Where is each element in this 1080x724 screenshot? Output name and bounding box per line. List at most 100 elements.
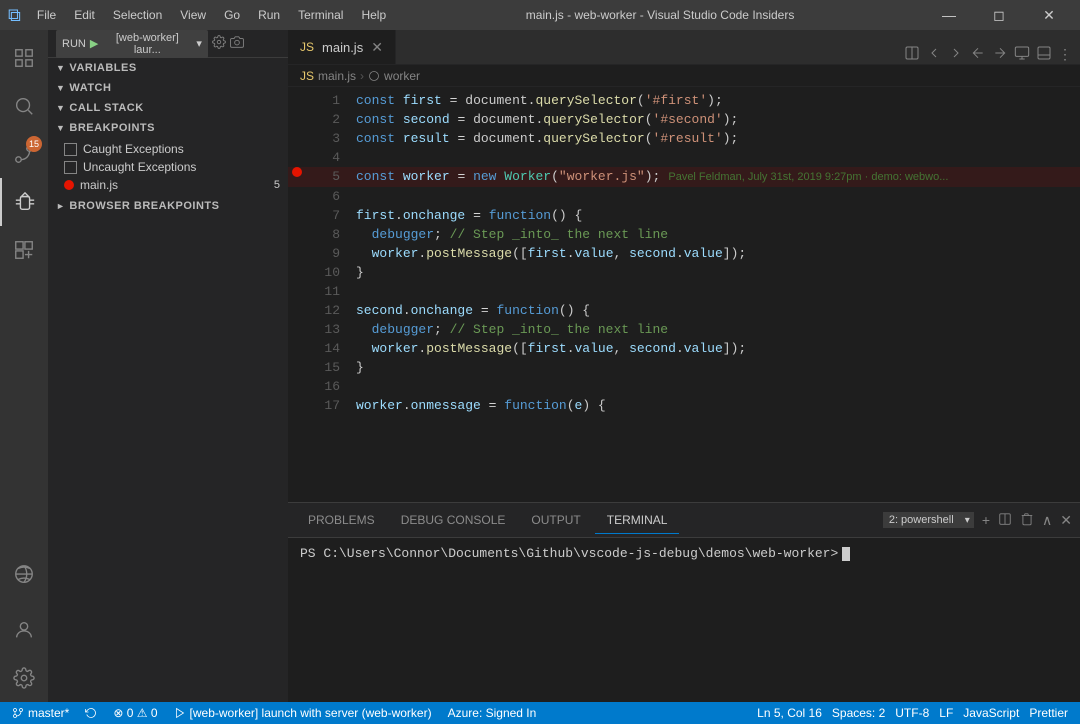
- git-branch-label: master*: [28, 706, 69, 720]
- activity-source-control-icon[interactable]: 15: [0, 130, 48, 178]
- breadcrumb-symbol[interactable]: worker: [384, 69, 420, 83]
- variables-chevron: ▼: [56, 63, 65, 73]
- warnings-label: ⊗ 0 ⚠ 0: [113, 706, 157, 720]
- menu-help[interactable]: Help: [353, 6, 394, 24]
- variables-label: VARIABLES: [69, 62, 136, 74]
- sync-icon-item[interactable]: [81, 707, 101, 719]
- terminal-prompt: PS C:\Users\Connor\Documents\Github\vsco…: [300, 546, 1068, 561]
- menu-go[interactable]: Go: [216, 6, 248, 24]
- main-js-tab[interactable]: JS main.js ✕: [288, 30, 396, 64]
- code-editor[interactable]: 1 const first = document.querySelector('…: [288, 87, 1080, 502]
- tab-close-button[interactable]: ✕: [371, 39, 383, 56]
- call-stack-label: CALL STACK: [69, 102, 143, 114]
- uncaught-exceptions-checkbox[interactable]: [64, 161, 77, 174]
- menu-view[interactable]: View: [172, 6, 214, 24]
- terminal-content[interactable]: PS C:\Users\Connor\Documents\Github\vsco…: [288, 538, 1080, 702]
- split-terminal-icon[interactable]: [998, 512, 1012, 529]
- uncaught-exceptions-item[interactable]: Uncaught Exceptions: [48, 158, 288, 176]
- formatter-item[interactable]: Prettier: [1025, 706, 1072, 720]
- encoding-item[interactable]: UTF-8: [891, 706, 933, 720]
- watch-header[interactable]: ▼ WATCH: [48, 78, 288, 98]
- warnings-item[interactable]: ⊗ 0 ⚠ 0: [109, 706, 161, 720]
- line-number-17: 17: [306, 396, 356, 415]
- variables-header[interactable]: ▼ VARIABLES: [48, 58, 288, 78]
- call-stack-header[interactable]: ▼ CALL STACK: [48, 98, 288, 118]
- debug-session-item[interactable]: [web-worker] launch with server (web-wor…: [170, 706, 436, 720]
- maximize-panel-icon[interactable]: ∧: [1042, 512, 1052, 529]
- open-editors-icon[interactable]: [1014, 45, 1030, 64]
- position-item[interactable]: Ln 5, Col 16: [753, 706, 826, 720]
- activity-bar: 15: [0, 30, 48, 702]
- browser-breakpoints-header[interactable]: ► BROWSER BREAKPOINTS: [48, 196, 288, 216]
- toggle-panel-icon[interactable]: [1036, 45, 1052, 64]
- go-forward-icon[interactable]: [948, 45, 964, 64]
- terminal-text: PS C:\Users\Connor\Documents\Github\vsco…: [300, 546, 838, 561]
- git-branch-item[interactable]: master*: [8, 706, 73, 720]
- activity-extensions-icon[interactable]: [0, 226, 48, 274]
- caught-exceptions-item[interactable]: Caught Exceptions: [48, 140, 288, 158]
- go-back-icon[interactable]: [926, 45, 942, 64]
- menu-run[interactable]: Run: [250, 6, 288, 24]
- camera-icon[interactable]: [230, 35, 244, 52]
- problems-tab[interactable]: PROBLEMS: [296, 507, 387, 534]
- new-terminal-icon[interactable]: +: [982, 512, 990, 528]
- watch-chevron: ▼: [56, 83, 65, 93]
- minimize-button[interactable]: —: [926, 0, 972, 30]
- activity-debug-icon[interactable]: [0, 178, 48, 226]
- activity-accounts-icon[interactable]: [0, 606, 48, 654]
- debug-console-tab[interactable]: DEBUG CONSOLE: [389, 507, 518, 534]
- settings-icon[interactable]: [212, 35, 226, 52]
- caught-exceptions-checkbox[interactable]: [64, 143, 77, 156]
- line-number-1: 1: [306, 91, 356, 110]
- titlebar: ⧉ File Edit Selection View Go Run Termin…: [0, 0, 1080, 30]
- code-line-16: 16: [288, 377, 1080, 396]
- code-line-8: 8 debugger; // Step _into_ the next line: [288, 225, 1080, 244]
- terminal-selector[interactable]: 1: bash 2: powershell: [883, 512, 974, 528]
- code-line-12: 12 second.onchange = function() {: [288, 301, 1080, 320]
- close-panel-icon[interactable]: ✕: [1060, 512, 1072, 529]
- delete-terminal-icon[interactable]: [1020, 512, 1034, 529]
- menu-file[interactable]: File: [29, 6, 64, 24]
- output-tab[interactable]: OUTPUT: [519, 507, 592, 534]
- close-button[interactable]: ✕: [1026, 0, 1072, 30]
- menu-edit[interactable]: Edit: [66, 6, 103, 24]
- activity-settings-icon[interactable]: [0, 654, 48, 702]
- breakpoints-chevron: ▼: [56, 123, 65, 133]
- navigate-back-icon[interactable]: [970, 45, 986, 64]
- caught-exceptions-label: Caught Exceptions: [83, 142, 184, 156]
- more-actions-icon[interactable]: ⋮: [1058, 46, 1072, 63]
- debug-toolbar: RUN ▶ [web-worker] laur... ▾: [48, 30, 288, 58]
- debug-session-label: [web-worker] launch with server (web-wor…: [190, 706, 432, 720]
- language-label: JavaScript: [963, 706, 1019, 720]
- terminal-tab[interactable]: TERMINAL: [595, 507, 680, 534]
- activity-explorer-icon[interactable]: [0, 34, 48, 82]
- activity-remote-icon[interactable]: [0, 550, 48, 598]
- breadcrumb-filename[interactable]: main.js: [318, 69, 356, 83]
- maximize-button[interactable]: ◻: [976, 0, 1022, 30]
- code-line-17: 17 worker.onmessage = function(e) {: [288, 396, 1080, 415]
- eol-label: LF: [939, 706, 953, 720]
- line-content-1: const first = document.querySelector('#f…: [356, 91, 1080, 110]
- split-editor-icon[interactable]: [904, 45, 920, 64]
- mainjs-breakpoint-count: 5: [274, 179, 280, 191]
- line-number-16: 16: [306, 377, 356, 396]
- activity-search-icon[interactable]: [0, 82, 48, 130]
- breakpoints-header[interactable]: ▼ BREAKPOINTS: [48, 118, 288, 138]
- mainjs-breakpoint-item[interactable]: main.js 5: [48, 176, 288, 194]
- line-number-2: 2: [306, 110, 356, 129]
- panel-tabs: PROBLEMS DEBUG CONSOLE OUTPUT TERMINAL 1…: [288, 503, 1080, 538]
- run-button[interactable]: RUN ▶ [web-worker] laur... ▾: [56, 30, 208, 58]
- tab-filename: main.js: [322, 40, 363, 55]
- spaces-item[interactable]: Spaces: 2: [828, 706, 889, 720]
- menu-terminal[interactable]: Terminal: [290, 6, 351, 24]
- azure-item[interactable]: Azure: Signed In: [444, 706, 541, 720]
- menu-selection[interactable]: Selection: [105, 6, 170, 24]
- watch-label: WATCH: [69, 82, 111, 94]
- mainjs-breakpoint-dot: [64, 180, 74, 190]
- editor-toolbar-right: ⋮: [904, 45, 1080, 64]
- terminal-selector-wrap: 1: bash 2: powershell: [883, 512, 974, 528]
- navigate-forward-icon[interactable]: [992, 45, 1008, 64]
- tab-js-icon: JS: [300, 40, 314, 54]
- language-item[interactable]: JavaScript: [959, 706, 1023, 720]
- eol-item[interactable]: LF: [935, 706, 957, 720]
